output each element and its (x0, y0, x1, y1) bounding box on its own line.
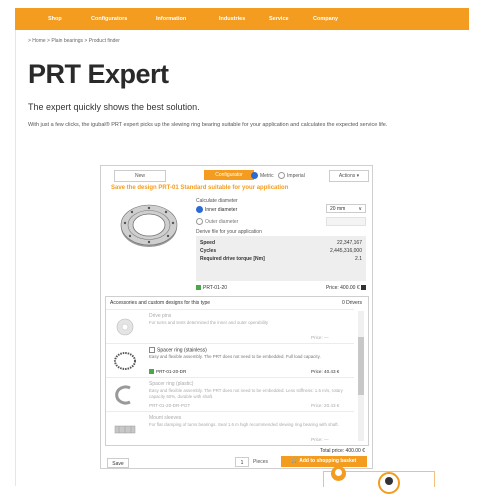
accessories-scrollbar[interactable] (358, 311, 364, 441)
chat-avatar-icon[interactable] (331, 466, 346, 481)
accessory-price: Price: — (311, 335, 329, 340)
left-border (15, 30, 16, 486)
radio-imperial[interactable] (278, 172, 286, 179)
radio-metric[interactable] (251, 172, 258, 179)
unit-imperial-label: Imperial (287, 172, 305, 179)
accessory-desc: Easy and flexible assembly. The PRT does… (149, 388, 343, 399)
accessory-number-text: PRT-01-20-DR (156, 369, 187, 374)
accessory-desc: For flat clamping of turns bearings. Sea… (149, 422, 339, 427)
accessory-number: PRT-01-20-DR (149, 369, 187, 375)
option-outer-label: Outer diameter (205, 218, 239, 225)
accessory-desc: For turns and tests determined the inner… (149, 320, 269, 325)
list-item[interactable]: Mount sleeves For flat clamping of turns… (106, 411, 354, 446)
radio-outer[interactable] (196, 218, 203, 225)
page-title: PRT Expert (28, 59, 169, 89)
nav-item-configurators[interactable]: Configurators (91, 16, 127, 22)
cart-icon[interactable] (361, 285, 366, 291)
page-subtitle: The expert quickly shows the best soluti… (28, 102, 200, 112)
derive-label: Derive file for your application (196, 229, 262, 235)
accessory-number: PRT-01-20-DR-PGT (149, 403, 191, 408)
unit-metric-label: Metric (260, 172, 274, 179)
mount-sleeve-icon (114, 425, 136, 434)
nav-item-information[interactable]: Information (156, 16, 186, 22)
actions-dropdown[interactable]: Actions ▾ (329, 170, 369, 182)
scrollbar-thumb[interactable] (358, 337, 364, 395)
list-item[interactable]: Spacer ring (stainless) Easy and flexibl… (106, 343, 354, 378)
accessory-desc: Easy and flexible assembly. The PRT does… (149, 354, 321, 359)
availability-icon (149, 369, 154, 375)
accessory-title: Drive pins (149, 313, 172, 319)
nav-item-service[interactable]: Service (269, 16, 289, 22)
tab-new[interactable]: New (114, 170, 166, 182)
result-value: 2.1 (355, 256, 362, 262)
accessories-box: Accessories and custom designs for this … (105, 296, 369, 446)
option-outer-diameter[interactable]: Outer diameter (196, 218, 238, 225)
result-label: Required drive torque [Nm] (200, 256, 265, 262)
availability-icon (196, 285, 201, 291)
add-to-basket-button[interactable]: 🛒 Add to shopping basket (281, 456, 367, 467)
accessory-price: Price: — (311, 437, 329, 442)
diameter-select[interactable]: 20 mm ∨ (326, 204, 366, 213)
accessory-title: Spacer ring (stainless) (149, 347, 207, 353)
result-value: 22,347,167 (336, 240, 362, 246)
part-price: Price: 400.00 € (325, 285, 360, 291)
spacer-ring-icon (114, 352, 136, 370)
accessory-title: Mount sleeves (149, 415, 182, 421)
calculate-title: Calculate diameter (196, 198, 238, 204)
top-navigation: Shop Configurators Information Industrie… (15, 8, 469, 30)
configurator-panel: New Configurator Metric Imperial Actions… (100, 165, 373, 469)
checkbox[interactable] (149, 347, 155, 353)
chevron-down-icon: ∨ (358, 206, 362, 212)
support-avatar-icon[interactable] (378, 472, 400, 494)
part-number[interactable]: PRT-01-20 (203, 285, 227, 291)
tab-configurator[interactable]: Configurator (204, 170, 254, 180)
results-box: Speed 22,347,167 Cycles 2,445,316,000 Re… (196, 236, 366, 281)
add-to-basket-label: Add to shopping basket (299, 458, 357, 464)
diameter-value: 20 mm (330, 206, 346, 212)
breadcrumb[interactable]: > Home > Plain bearings > Product finder (28, 38, 120, 44)
accessory-price: Price: 20.43 € (311, 403, 340, 408)
nav-item-shop[interactable]: Shop (48, 16, 62, 22)
accessories-count[interactable]: 0 Drivers (342, 300, 362, 306)
plastic-ring-icon (115, 385, 131, 405)
list-item[interactable]: Drive pins For turns and tests determine… (106, 309, 354, 344)
drive-pin-icon (116, 318, 134, 336)
accessories-title: Accessories and custom designs for this … (110, 300, 211, 306)
accessory-title-text: Spacer ring (stainless) (157, 347, 207, 354)
accessory-title: Spacer ring (plastic) (149, 381, 194, 387)
nav-item-company[interactable]: Company (313, 16, 338, 22)
radio-inner[interactable] (196, 206, 203, 213)
total-price: Total price: 400.00 € (319, 448, 365, 454)
result-value: 2,445,316,000 (330, 248, 362, 254)
result-label: Speed (200, 240, 216, 246)
part-line: PRT-01-20 Price: 400.00 € (196, 285, 366, 291)
result-label: Cycles (200, 248, 217, 254)
quantity-input[interactable]: 1 (235, 457, 249, 467)
list-item[interactable]: Spacer ring (plastic) Easy and flexible … (106, 377, 354, 412)
option-inner-label: Inner diameter (205, 206, 238, 213)
accessory-price: Price: 40.43 € (311, 369, 340, 374)
save-button[interactable]: Save (107, 458, 129, 468)
outer-diameter-select[interactable] (326, 217, 366, 226)
bearing-image (120, 204, 178, 247)
option-inner-diameter[interactable]: Inner diameter (196, 206, 237, 213)
quantity-label: Pieces (253, 459, 269, 465)
intro-text: With just a few clicks, the igubal® PRT … (28, 122, 388, 128)
nav-item-industries[interactable]: Industries (219, 16, 245, 22)
actions-label: Actions (338, 173, 356, 179)
configurator-heading: Save the design PRT-01 Standard suitable… (111, 185, 289, 191)
unit-switch: Metric Imperial (251, 172, 305, 179)
